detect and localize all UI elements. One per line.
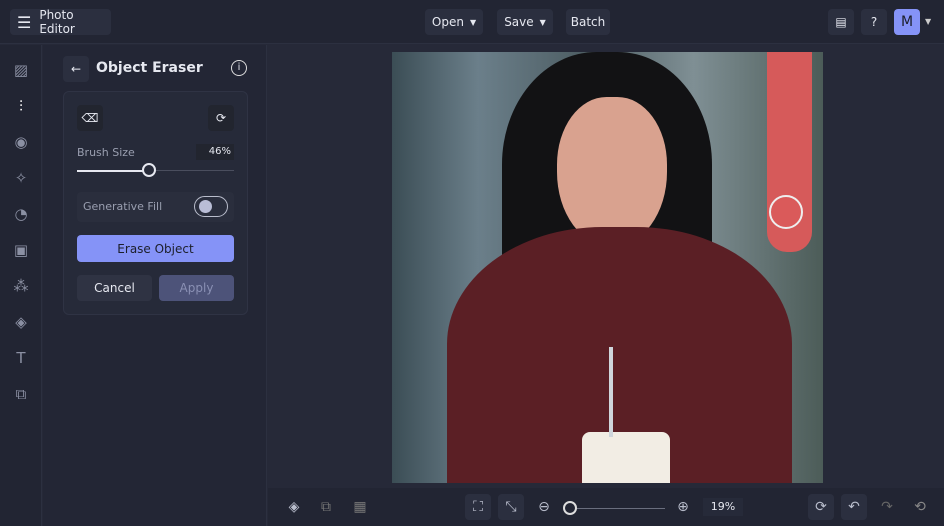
refresh-icon[interactable]: ⟳ (808, 494, 834, 520)
history-icon[interactable]: ⟲ (907, 494, 933, 520)
texture-icon[interactable]: ◈ (11, 312, 31, 332)
shapes-icon[interactable]: ⁂ (11, 276, 31, 296)
apply-button[interactable]: Apply (159, 275, 234, 301)
eraser-icon[interactable]: ⌫ (77, 105, 103, 131)
open-button[interactable]: Open ▼ (425, 9, 483, 35)
cancel-button[interactable]: Cancel (77, 275, 152, 301)
panel-title: Object Eraser (96, 60, 203, 76)
menu-button[interactable]: ☰ Photo Editor (10, 8, 111, 36)
adjust-icon[interactable]: ⫶ (11, 96, 31, 116)
object-eraser-panel: ← Object Eraser i ⌫ ⟳ Brush Size 46% Gen… (43, 45, 267, 526)
sparkle-icon[interactable]: ✧ (11, 168, 31, 188)
image-icon[interactable]: ▨ (11, 60, 31, 80)
erase-object-button[interactable]: Erase Object (77, 235, 234, 262)
hamburger-icon: ☰ (17, 12, 32, 32)
generative-fill-row: Generative Fill (77, 192, 234, 222)
brush-cursor (769, 195, 803, 229)
chevron-down-icon: ▼ (469, 17, 477, 27)
back-button[interactable]: ← (63, 56, 89, 82)
frame-icon[interactable]: ▣ (11, 240, 31, 260)
redo-icon[interactable]: ↷ (874, 494, 900, 520)
duplicate-icon[interactable]: ⧉ (313, 494, 339, 520)
zoom-value[interactable]: 19% (703, 498, 743, 516)
zoom-slider-handle[interactable] (563, 501, 577, 515)
info-icon[interactable]: i (231, 60, 247, 76)
save-label: Save (504, 15, 534, 29)
actual-size-icon[interactable]: ⤡ (498, 494, 524, 520)
photo-canvas[interactable] (392, 52, 823, 483)
zoom-out-icon[interactable]: ⊖ (531, 494, 557, 520)
brush-size-slider[interactable] (77, 163, 234, 177)
text-icon[interactable]: T (11, 348, 31, 368)
arrow-left-icon: ← (70, 62, 82, 76)
generative-fill-label: Generative Fill (83, 200, 163, 213)
chevron-down-icon: ▼ (539, 17, 546, 27)
feedback-icon[interactable]: ▤ (828, 9, 854, 35)
open-label: Open (431, 15, 464, 29)
reset-icon[interactable]: ⟳ (208, 105, 234, 131)
eye-icon[interactable]: ◉ (11, 132, 31, 152)
top-bar: ☰ Photo Editor Open ▼ Save ▼ Batch ▤ ? M ▼ (0, 0, 944, 44)
avatar[interactable]: M (894, 9, 920, 35)
undo-icon[interactable]: ↶ (841, 494, 867, 520)
generative-fill-toggle[interactable] (194, 196, 228, 217)
dessert-cup (582, 432, 670, 483)
layers-icon[interactable]: ◈ (281, 494, 307, 520)
batch-label: Batch (570, 15, 606, 29)
tool-rail: ▨ ⫶ ◉ ✧ ◔ ▣ ⁂ ◈ T ⧉ (0, 45, 42, 526)
chevron-down-icon[interactable]: ▼ (925, 17, 931, 26)
palette-icon[interactable]: ◔ (11, 204, 31, 224)
slider-handle[interactable] (142, 163, 157, 177)
overlay-icon[interactable]: ⧉ (11, 384, 31, 404)
bottom-toolbar: ◈ ⧉ ▦ ⛶ ⤡ ⊖ ⊕ 19% ⟳ ↶ ↷ ⟲ (268, 488, 944, 526)
zoom-slider[interactable] (563, 501, 665, 515)
face (557, 97, 667, 247)
help-icon[interactable]: ? (861, 9, 887, 35)
eraser-settings-card: ⌫ ⟳ Brush Size 46% Generative Fill Erase… (63, 91, 248, 315)
save-button[interactable]: Save ▼ (497, 9, 553, 35)
zoom-in-icon[interactable]: ⊕ (670, 494, 696, 520)
brush-size-label: Brush Size (77, 146, 135, 159)
app-title: Photo Editor (39, 8, 75, 36)
grid-icon[interactable]: ▦ (347, 494, 373, 520)
brush-size-value[interactable]: 46% (196, 144, 234, 160)
batch-button[interactable]: Batch (566, 9, 610, 35)
fit-screen-icon[interactable]: ⛶ (465, 494, 491, 520)
straw (609, 347, 613, 437)
